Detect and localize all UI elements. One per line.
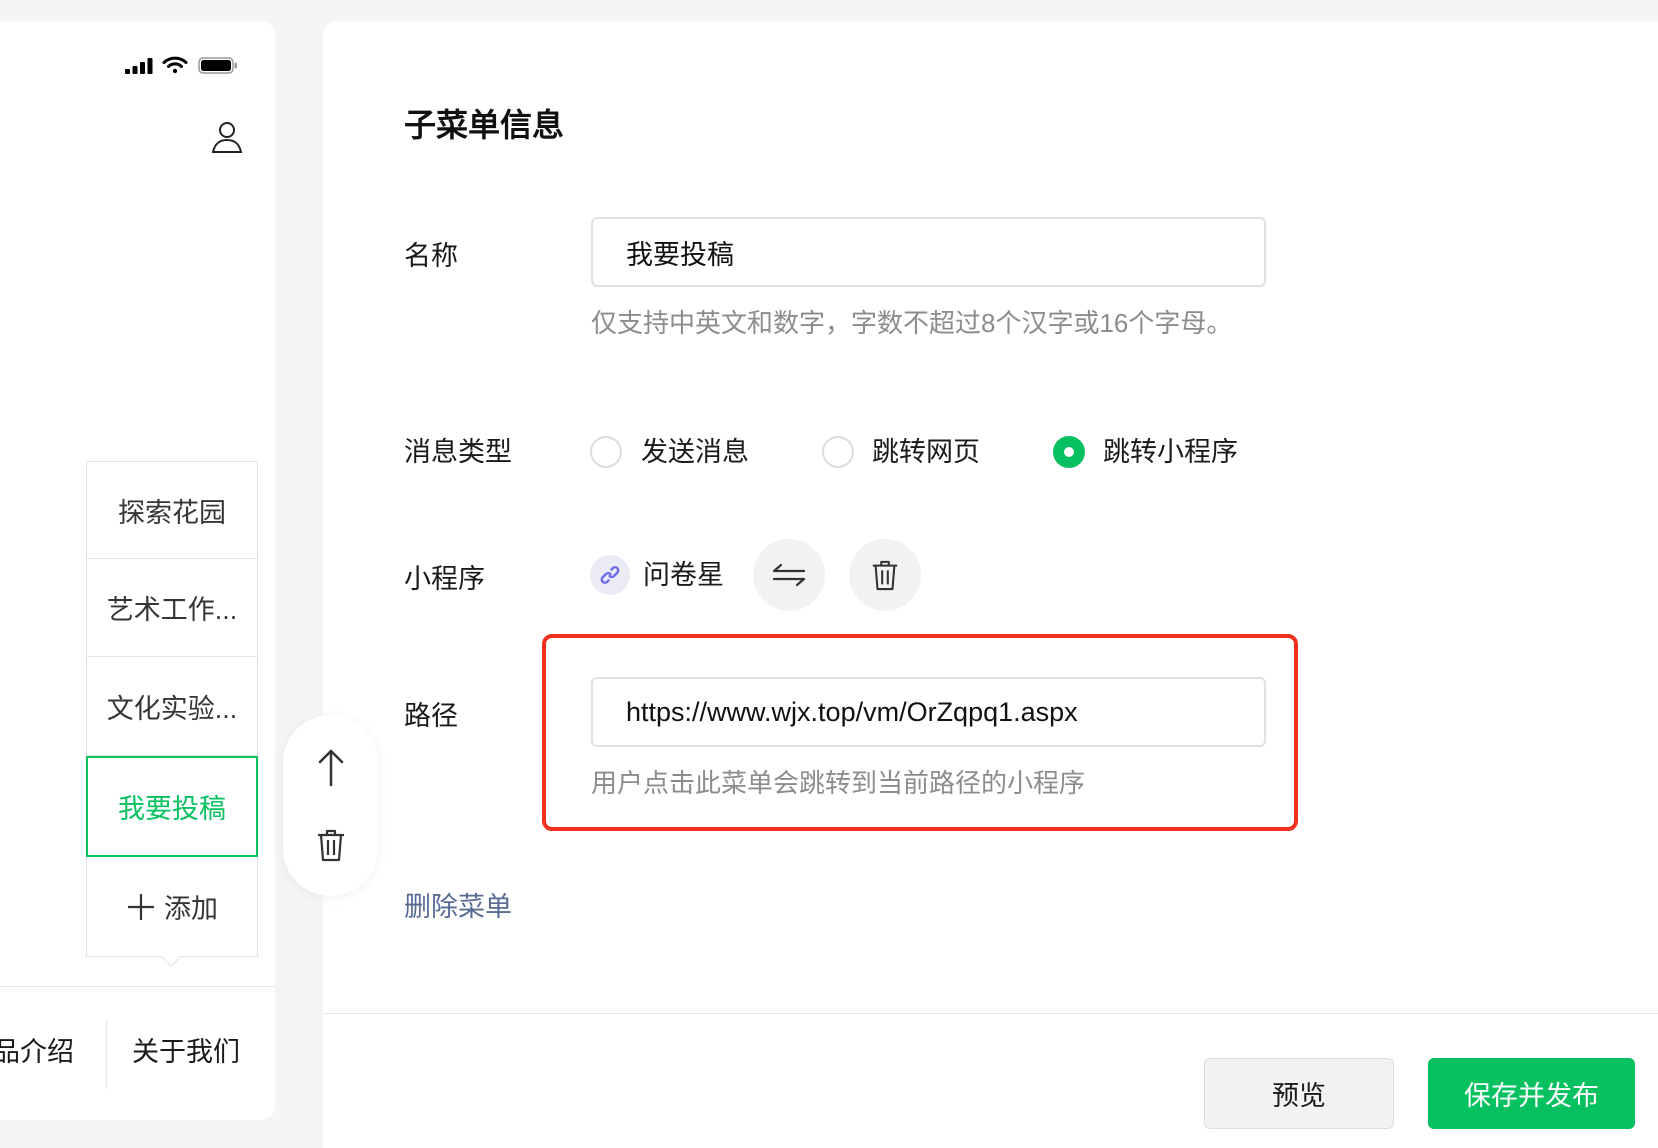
battery-icon	[198, 57, 238, 74]
submenu-add-label: 添加	[164, 894, 218, 924]
save-and-publish-label: 保存并发布	[1464, 1081, 1599, 1111]
radio-open-mini-program-label[interactable]: 跳转小程序	[1103, 434, 1238, 470]
trash-icon[interactable]	[315, 828, 347, 862]
name-label: 名称	[404, 241, 458, 271]
submenu-item-art-studio[interactable]: 艺术工作...	[87, 559, 257, 657]
mini-program-name: 问卷星	[643, 560, 724, 590]
plus-icon	[126, 892, 156, 922]
submenu-item-label: 我要投稿	[118, 794, 226, 824]
bottom-menu-divider	[106, 1020, 107, 1089]
preview-button[interactable]: 预览	[1204, 1058, 1394, 1129]
submenu-item-label: 文化实验...	[106, 693, 238, 724]
footer-divider	[323, 1013, 1658, 1014]
remove-mini-program-button[interactable]	[849, 539, 921, 611]
submenu-popup: 探索花园 艺术工作... 文化实验... 我要投稿 添加	[86, 461, 258, 957]
submenu-item-submit-article[interactable]: 我要投稿	[86, 756, 258, 857]
radio-open-webpage[interactable]	[822, 436, 854, 468]
path-hint: 用户点击此菜单会跳转到当前路径的小程序	[591, 768, 1086, 798]
menu-editor-page: 探索花园 艺术工作... 文化实验... 我要投稿 添加 品介绍 关于我们 子菜…	[0, 0, 1658, 1148]
radio-send-message-label[interactable]: 发送消息	[641, 434, 749, 470]
submenu-item-label: 艺术工作...	[106, 595, 238, 625]
submenu-item-explore-garden[interactable]: 探索花园	[87, 462, 257, 559]
save-and-publish-button[interactable]: 保存并发布	[1428, 1058, 1635, 1129]
delete-menu-link[interactable]: 删除菜单	[404, 889, 512, 925]
signal-icon	[125, 58, 153, 74]
name-hint: 仅支持中英文和数字，字数不超过8个汉字或16个字母。	[591, 308, 1233, 338]
path-input[interactable]	[591, 677, 1266, 747]
arrow-up-icon[interactable]	[314, 747, 348, 787]
submenu-item-label: 探索花园	[118, 497, 226, 528]
radio-open-mini-program[interactable]	[1053, 436, 1085, 468]
message-type-label: 消息类型	[404, 437, 512, 467]
radio-open-webpage-label[interactable]: 跳转网页	[872, 434, 980, 470]
submenu-add-button[interactable]: 添加	[87, 857, 257, 956]
bottom-menu-item-about-us[interactable]: 关于我们	[132, 1034, 240, 1070]
swap-icon	[771, 562, 807, 588]
swap-mini-program-button[interactable]	[753, 539, 825, 611]
user-icon	[209, 119, 245, 155]
name-input[interactable]	[591, 217, 1266, 287]
mini-program-label: 小程序	[404, 564, 485, 594]
path-label: 路径	[404, 701, 458, 731]
mini-program-link-icon	[599, 564, 621, 586]
preview-button-label: 预览	[1272, 1081, 1326, 1111]
trash-icon	[870, 559, 900, 591]
item-actions-toolbar	[283, 715, 378, 896]
bottom-menu-border	[0, 986, 275, 987]
submenu-item-culture-lab[interactable]: 文化实验...	[87, 657, 257, 756]
wifi-icon	[162, 56, 188, 74]
page-title: 子菜单信息	[404, 107, 565, 143]
bottom-menu-item-products[interactable]: 品介绍	[0, 1034, 74, 1070]
mini-program-avatar	[590, 555, 630, 595]
radio-send-message[interactable]	[590, 436, 622, 468]
submenu-settings-panel	[323, 21, 1658, 1148]
